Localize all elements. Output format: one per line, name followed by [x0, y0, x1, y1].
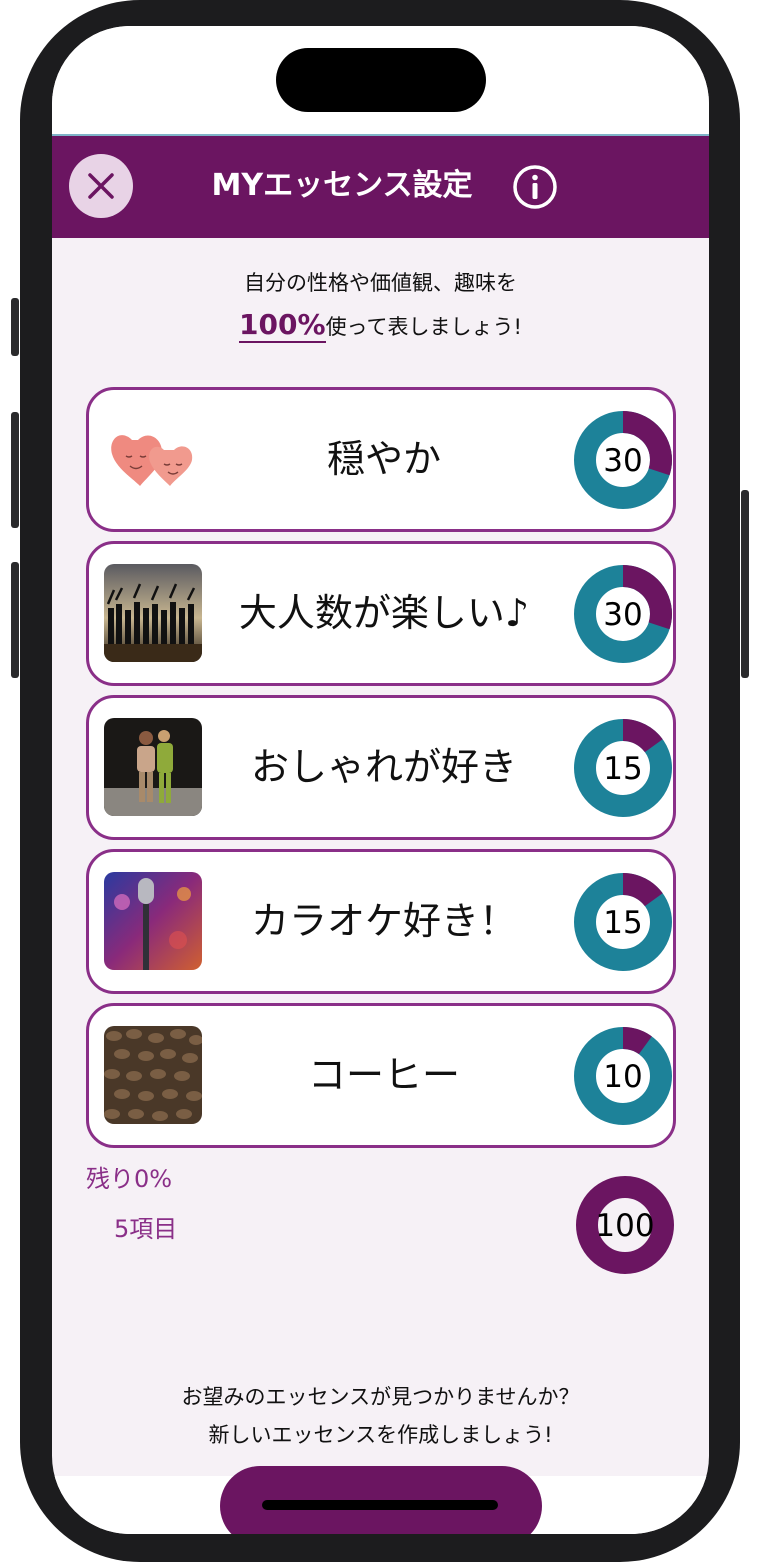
fashion-couple-photo-image — [104, 718, 202, 816]
total-value: 100 — [595, 1208, 654, 1244]
status-bar — [52, 26, 709, 134]
essence-percent-donut: 30 — [574, 565, 672, 663]
header-bar: MYエッセンス設定 — [52, 134, 709, 238]
intro-percent: 100% — [239, 308, 326, 343]
app-screen: MYエッセンス設定 自分の性格や価値観、趣味を 100%使って表しましょう! 穏… — [52, 26, 709, 1534]
close-icon — [88, 173, 114, 199]
prompt-line-1: お望みのエッセンスが見つかりませんか？ — [181, 1385, 580, 1409]
essence-label: コーヒー — [307, 1053, 460, 1097]
volume-up-button — [11, 412, 19, 528]
volume-down-button — [11, 562, 19, 678]
essence-percent-donut: 15 — [574, 873, 672, 971]
essence-percent-donut: 15 — [574, 719, 672, 817]
essence-card[interactable]: おしゃれが好き 15 — [86, 695, 676, 840]
essence-label: おしゃれが好き — [250, 745, 517, 789]
info-icon — [513, 165, 557, 209]
home-indicator — [262, 1500, 498, 1510]
microphone-photo-image — [104, 872, 202, 970]
total-percent-donut: 100 — [576, 1176, 674, 1274]
essence-label: 大人数が楽しい♪ — [238, 591, 530, 635]
crowd-photo-image — [104, 564, 202, 662]
page-title: MYエッセンス設定 — [211, 168, 473, 203]
essence-label: 穏やか — [326, 437, 441, 481]
hearts-illustration-image — [104, 410, 202, 508]
close-button[interactable] — [69, 154, 133, 218]
essence-card[interactable]: 大人数が楽しい♪ 30 — [86, 541, 676, 686]
dynamic-island — [276, 48, 486, 112]
essence-percent-donut: 30 — [574, 411, 672, 509]
coffee-beans-photo-image — [104, 1026, 202, 1124]
item-count: 5項目 — [114, 1215, 178, 1243]
essence-label: カラオケ好き！ — [250, 899, 517, 943]
power-button — [741, 490, 749, 678]
intro-text: 自分の性格や価値観、趣味を 100%使って表しましょう! — [52, 262, 709, 348]
intro-line-1: 自分の性格や価値観、趣味を — [244, 271, 517, 295]
remaining-percent: 残り0% — [86, 1165, 173, 1193]
essence-percent-donut: 10 — [574, 1027, 672, 1125]
donut-value: 15 — [603, 905, 642, 941]
prompt-line-2: 新しいエッセンスを作成しましょう! — [208, 1423, 553, 1447]
donut-value: 10 — [603, 1059, 642, 1095]
donut-value: 15 — [603, 751, 642, 787]
donut-value: 30 — [603, 443, 642, 479]
essence-card[interactable]: コーヒー 10 — [86, 1003, 676, 1148]
intro-line-2: 100%使って表しましょう! — [52, 304, 709, 348]
create-essence-prompt: お望みのエッセンスが見つかりませんか？ 新しいエッセンスを作成しましょう! — [52, 1378, 709, 1454]
info-button[interactable] — [512, 164, 558, 210]
donut-value: 30 — [603, 597, 642, 633]
intro-line-2-rest: 使って表しましょう! — [325, 315, 522, 339]
essence-card[interactable]: 穏やか 30 — [86, 387, 676, 532]
action-button — [11, 298, 19, 356]
essence-card[interactable]: カラオケ好き！ 15 — [86, 849, 676, 994]
